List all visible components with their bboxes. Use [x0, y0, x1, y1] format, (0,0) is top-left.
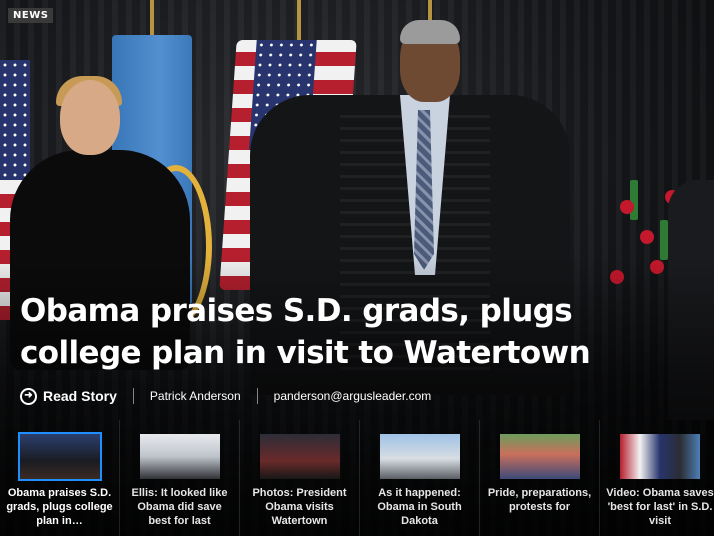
author-name: Patrick Anderson: [149, 389, 241, 403]
related-story-thumbnail: [17, 432, 102, 481]
related-story-thumbnail: [259, 434, 340, 479]
related-story-card[interactable]: As it happened: Obama in South Dakota: [360, 420, 480, 536]
read-story-label: Read Story: [43, 388, 117, 404]
divider: [132, 388, 134, 404]
related-story-card[interactable]: Photos: President Obama visits Watertown: [240, 420, 360, 536]
related-story-caption: As it happened: Obama in South Dakota: [377, 487, 462, 527]
graduate-head: [60, 80, 120, 155]
headline[interactable]: Obama praises S.D. grads, plugs college …: [20, 290, 700, 374]
related-stories-carousel: Obama praises S.D. grads, plugs college …: [0, 420, 714, 536]
related-story-card[interactable]: Obama praises S.D. grads, plugs college …: [0, 420, 120, 536]
story-meta: ➜ Read Story Patrick Anderson panderson@…: [20, 385, 431, 407]
related-story-thumbnail: [139, 434, 220, 479]
related-story-card[interactable]: Video: Obama saves 'best for last' in S.…: [600, 420, 714, 536]
related-story-card[interactable]: Pride, preparations, protests for: [480, 420, 600, 536]
related-story-thumbnail: [620, 434, 700, 479]
related-story-thumbnail: [499, 434, 580, 479]
speaker-hair: [400, 20, 460, 44]
related-story-caption: Pride, preparations, protests for: [487, 487, 592, 513]
related-story-card[interactable]: Ellis: It looked like Obama did save bes…: [120, 420, 240, 536]
read-story-link[interactable]: ➜ Read Story: [20, 387, 117, 405]
related-story-thumbnail: [379, 434, 460, 479]
divider: [256, 388, 258, 404]
arrow-circle-icon: ➜: [20, 387, 37, 405]
related-story-caption: Video: Obama saves 'best for last' in S.…: [606, 487, 714, 527]
related-story-caption: Photos: President Obama visits Watertown: [252, 487, 347, 527]
author-email[interactable]: panderson@argusleader.com: [274, 389, 432, 403]
related-story-caption: Obama praises S.D. grads, plugs college …: [6, 487, 113, 527]
related-story-caption: Ellis: It looked like Obama did save bes…: [131, 487, 228, 527]
section-badge[interactable]: NEWS: [8, 8, 54, 23]
